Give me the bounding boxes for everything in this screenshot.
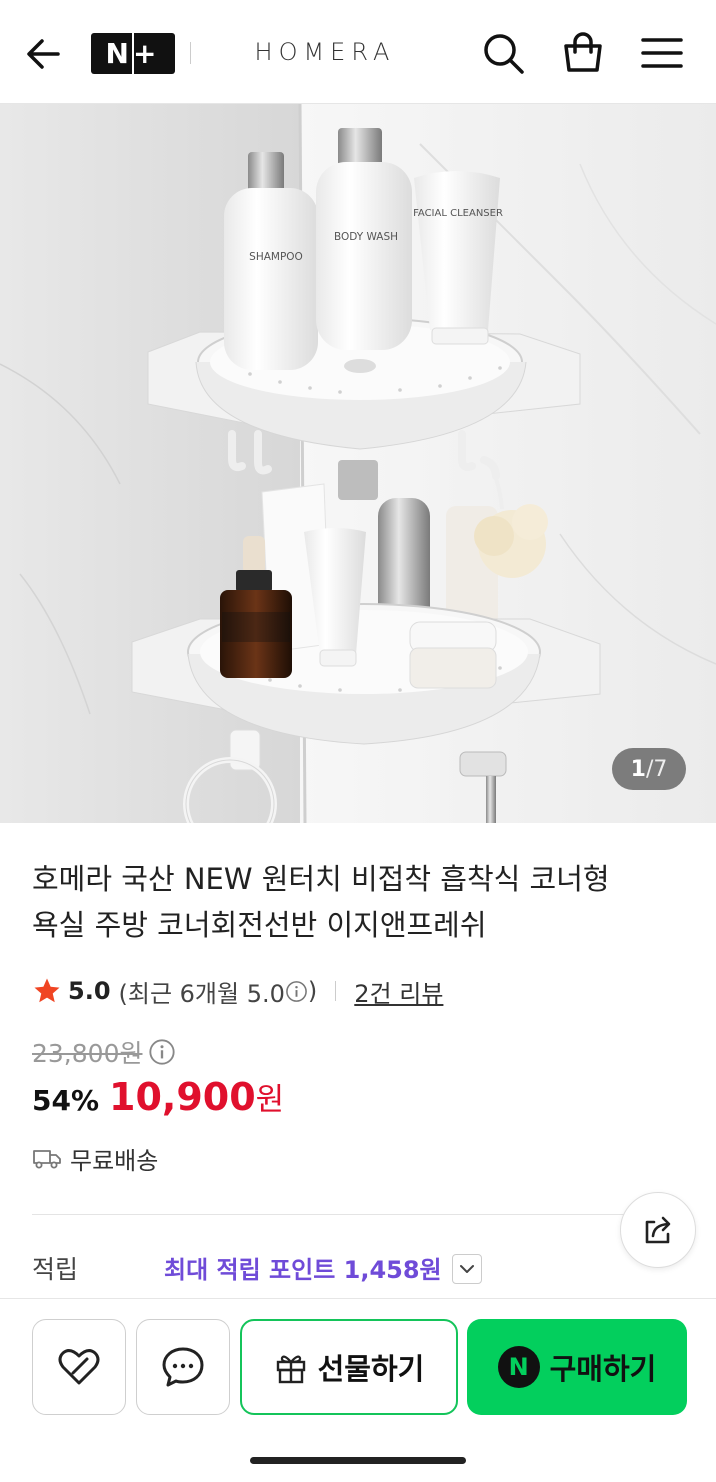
currency-unit: 원 (255, 1082, 285, 1118)
original-price: 23,800원 (32, 1039, 143, 1068)
home-indicator[interactable] (250, 1457, 466, 1464)
top-header: N+ HOMERA (0, 0, 716, 104)
image-counter-current: 1 (630, 756, 646, 782)
wishlist-button[interactable] (32, 1319, 126, 1415)
shipping-text: 무료배송 (70, 1146, 159, 1175)
buy-label: 구매하기 (549, 1352, 657, 1386)
hamburger-menu-icon[interactable] (639, 30, 685, 76)
naver-plus-logo[interactable]: N+ (91, 33, 175, 74)
section-divider (32, 1214, 684, 1215)
product-title: 호메라 국산 NEW 원터치 비접착 흡착식 코너형 욕실 주방 코너회전선반 … (32, 856, 682, 948)
image-counter: 1/7 (612, 748, 686, 790)
gift-label: 선물하기 (317, 1352, 425, 1386)
product-title-line1: 호메라 국산 NEW 원터치 비접착 흡착식 코너형 (32, 862, 610, 896)
naver-pay-icon: N (497, 1346, 540, 1388)
share-icon (645, 1216, 671, 1244)
shampoo-label: SHAMPOO (249, 251, 303, 263)
back-arrow-icon[interactable] (22, 32, 66, 76)
rating-score: 5.0 (68, 977, 111, 1005)
header-divider (190, 42, 191, 64)
search-icon[interactable] (480, 30, 526, 76)
chat-bubble-icon (162, 1347, 204, 1387)
buy-now-button[interactable]: N 구매하기 (467, 1319, 687, 1415)
info-icon[interactable] (285, 980, 308, 1003)
star-icon (34, 978, 60, 1003)
product-title-line2: 욕실 주방 코너회전선반 이지앤프레쉬 (32, 908, 487, 942)
gift-icon (276, 1355, 305, 1384)
image-counter-total: 7 (653, 756, 668, 782)
recent-rating-close: ) (307, 977, 318, 1005)
image-counter-separator: / (645, 756, 654, 782)
product-image-gallery[interactable]: SHAMPOO BODY WASH FACIAL CLEANSER 1 / 7 (0, 104, 716, 823)
price-row: 54% 10,900 원 (32, 1074, 284, 1124)
rating-divider (335, 981, 337, 1001)
price-info-icon[interactable] (148, 1038, 176, 1066)
shopping-bag-icon[interactable] (560, 30, 606, 76)
product-photo: SHAMPOO BODY WASH FACIAL CLEANSER (0, 104, 716, 823)
share-button[interactable] (620, 1192, 696, 1268)
facial-cleanser-label: FACIAL CLEANSER (413, 208, 503, 219)
discount-rate: 54% (32, 1084, 100, 1117)
gift-button[interactable]: 선물하기 (240, 1319, 458, 1415)
truck-icon (33, 1150, 61, 1169)
points-value: 최대 적립 포인트 1,458원 (164, 1256, 442, 1284)
chevron-down-icon (460, 1265, 474, 1273)
bottom-action-bar: 선물하기 N 구매하기 (0, 1298, 716, 1482)
rating-row: 5.0 (최근 6개월 5.0 ) 2건 리뷰 (32, 974, 443, 1008)
heart-icon (58, 1349, 100, 1385)
points-label: 적립 (32, 1255, 79, 1284)
shipping-row: 무료배송 (32, 1140, 158, 1176)
talk-talk-button[interactable] (136, 1319, 230, 1415)
recent-rating: (최근 6개월 5.0 (118, 979, 285, 1008)
review-count-link[interactable]: 2건 리뷰 (354, 974, 443, 1009)
body-wash-label: BODY WASH (334, 231, 398, 243)
store-brand-name[interactable]: HOMERA (230, 38, 420, 66)
points-expand-button[interactable] (452, 1254, 482, 1284)
sale-price: 10,900 (109, 1075, 256, 1119)
